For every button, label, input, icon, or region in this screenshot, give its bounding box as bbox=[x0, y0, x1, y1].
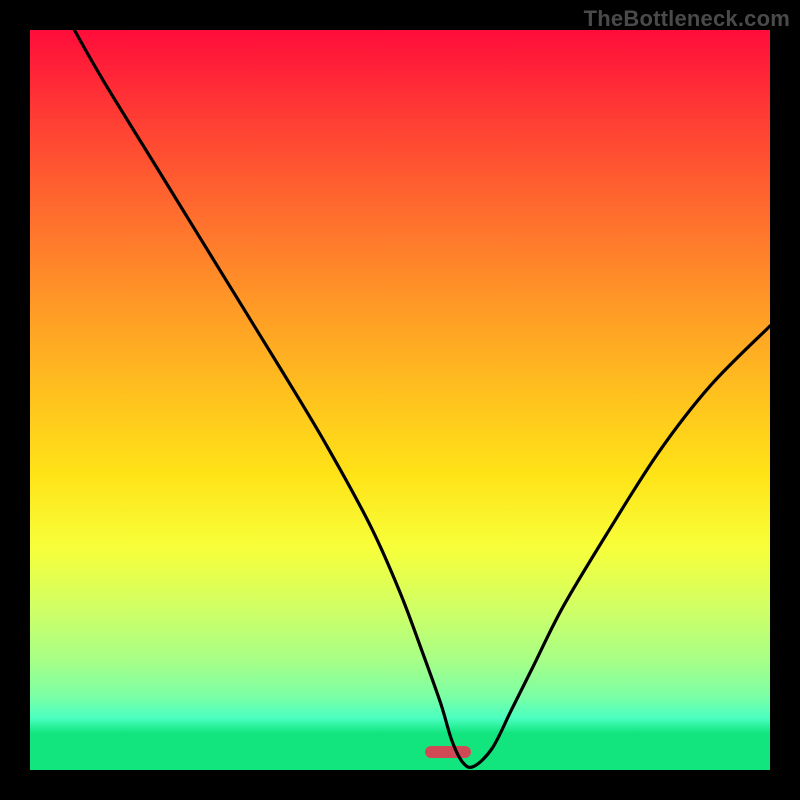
chart-frame: TheBottleneck.com bbox=[0, 0, 800, 800]
plot-area bbox=[30, 30, 770, 770]
bottleneck-curve bbox=[30, 30, 770, 770]
watermark-text: TheBottleneck.com bbox=[584, 6, 790, 32]
